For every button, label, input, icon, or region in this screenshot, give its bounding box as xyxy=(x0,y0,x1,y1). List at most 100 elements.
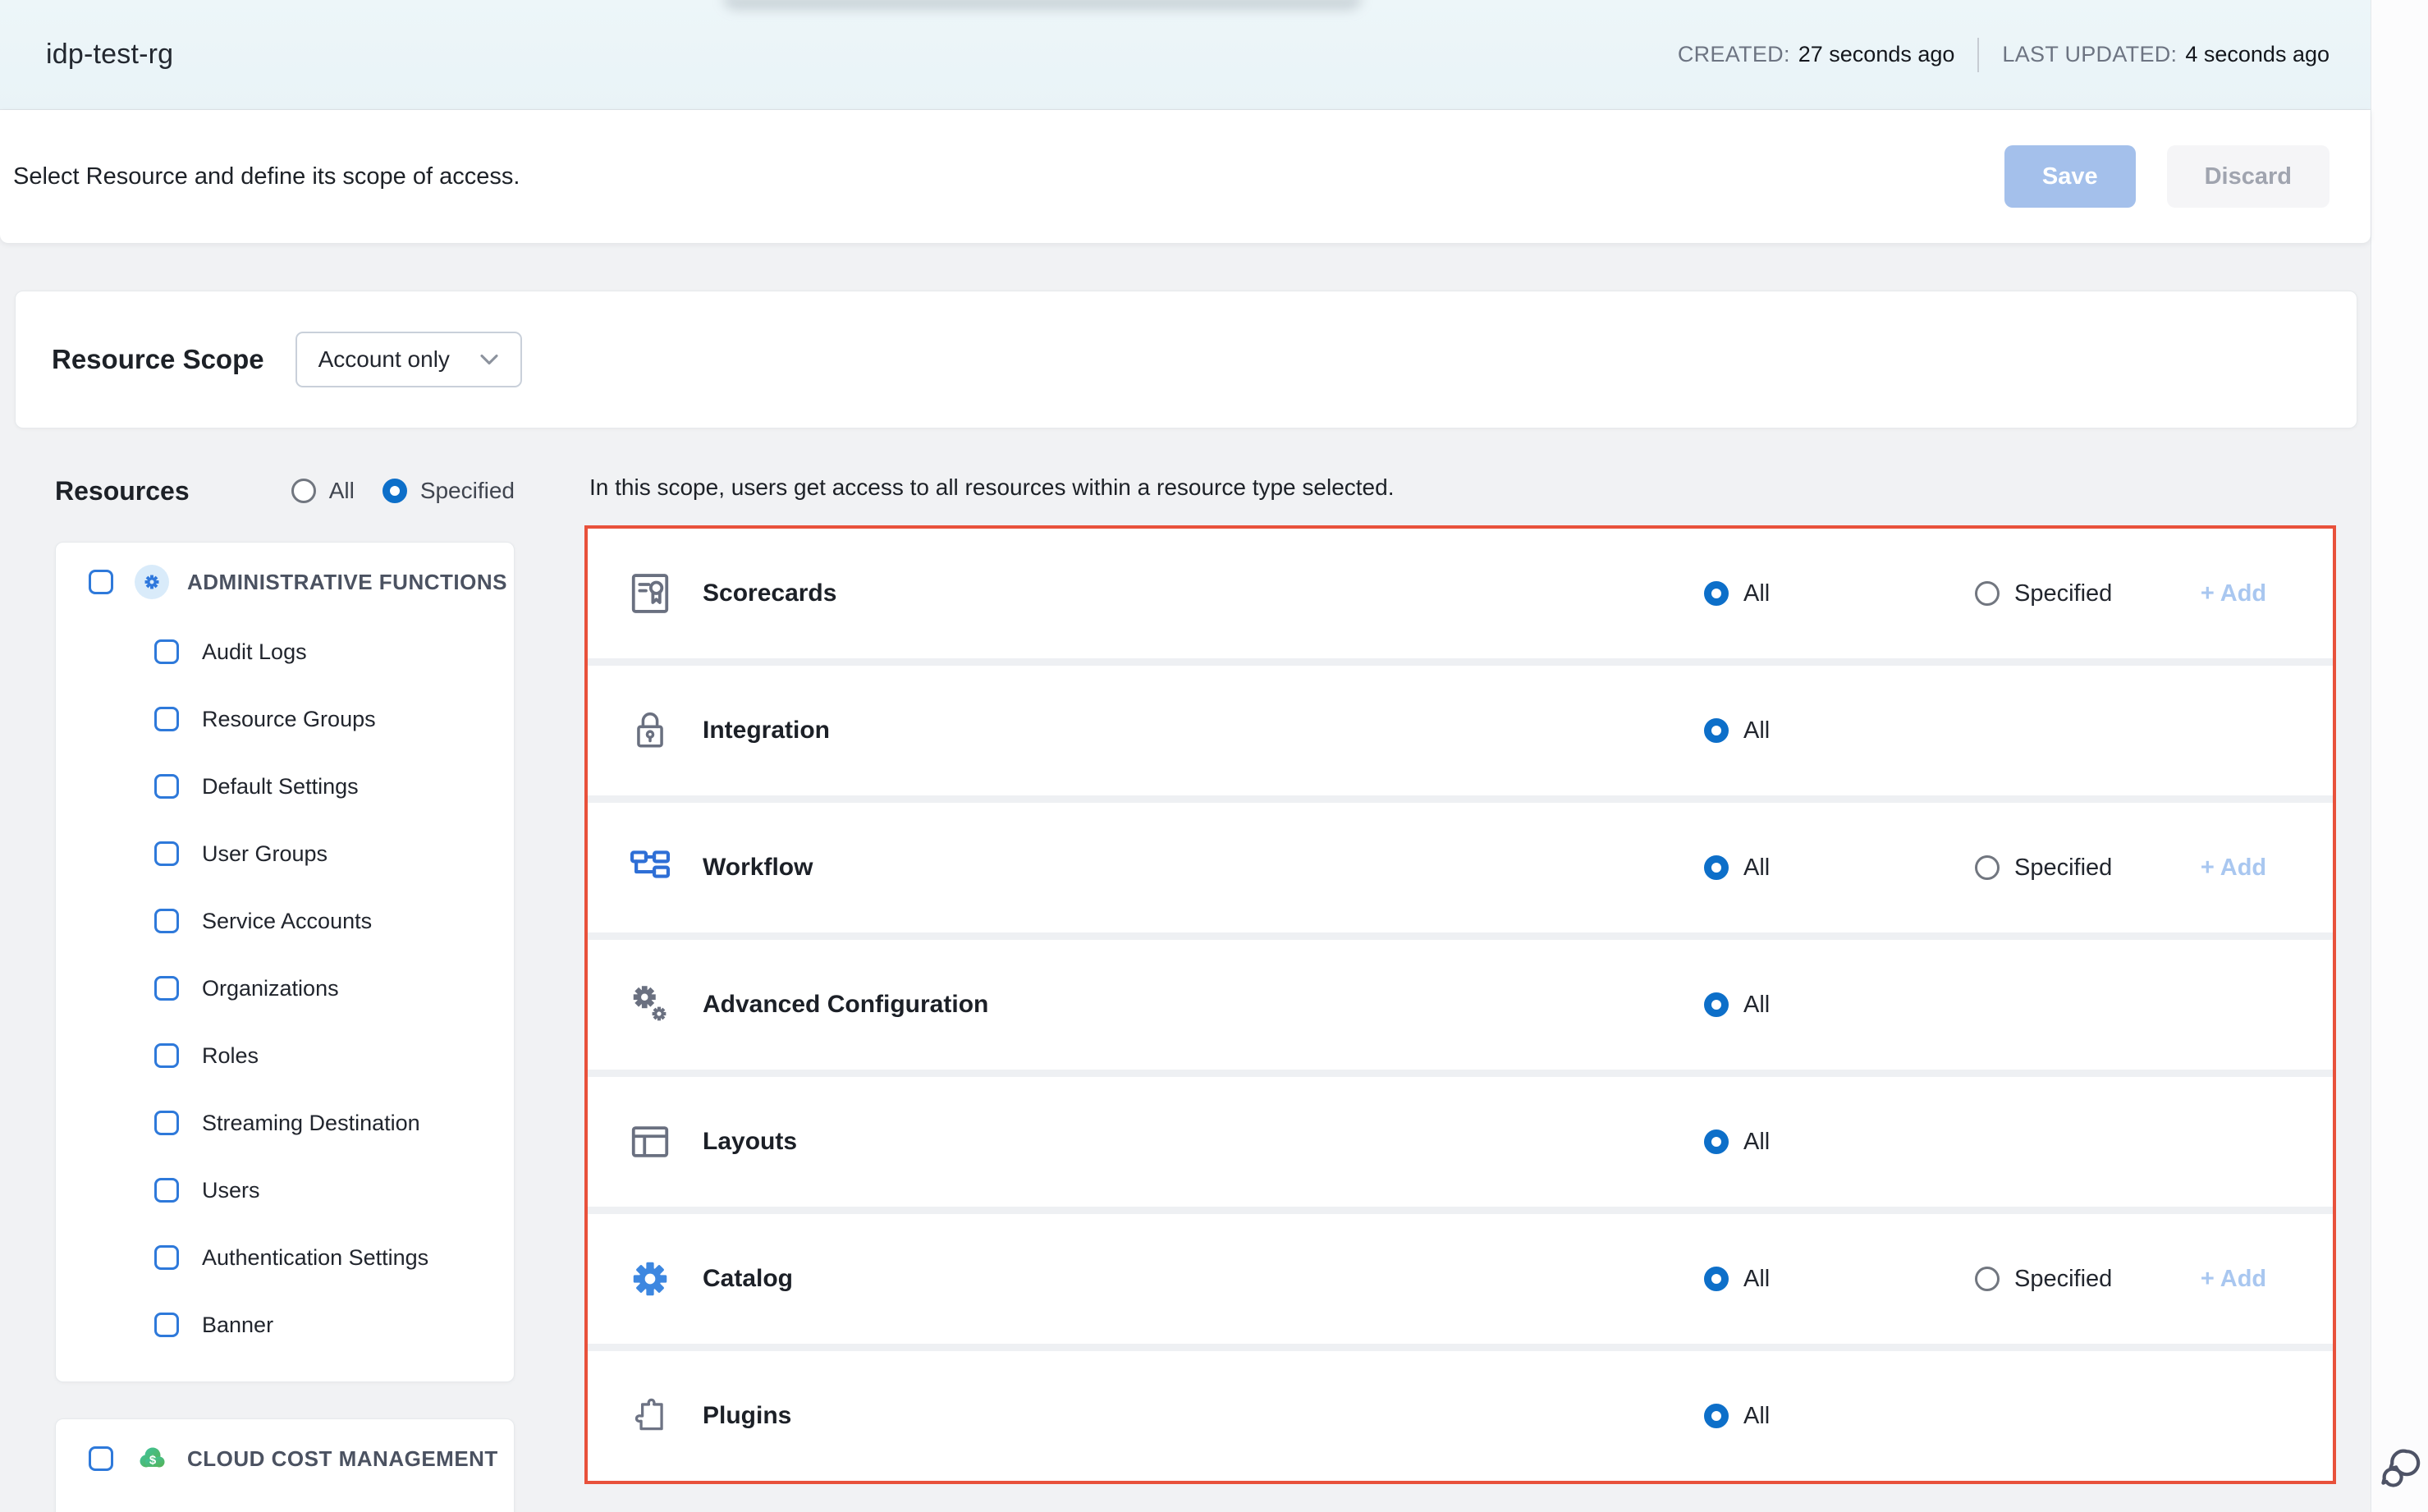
resource-type-label: Layouts xyxy=(703,1128,1704,1156)
resource-item-label: Default Settings xyxy=(202,774,359,800)
resource-checkbox[interactable] xyxy=(154,909,179,933)
main-columns: Resources All Specified xyxy=(15,471,2336,1512)
page-title: idp-test-rg xyxy=(46,39,173,71)
all-radio[interactable] xyxy=(1704,581,1729,606)
row-separator xyxy=(588,1207,2333,1214)
svg-text:$: $ xyxy=(149,1454,157,1468)
resources-all-label: All xyxy=(329,478,355,504)
resources-panel: Resources All Specified xyxy=(15,471,515,1512)
resource-scope-selected: Account only xyxy=(318,346,450,373)
all-radio[interactable] xyxy=(1704,855,1729,880)
row-separator xyxy=(588,795,2333,803)
add-button[interactable]: + Add xyxy=(2164,855,2303,882)
group-header: ADMINISTRATIVE FUNCTIONS xyxy=(89,564,497,600)
resource-type-label: Integration xyxy=(703,717,1704,745)
resource-list-item[interactable]: Streaming Destination xyxy=(89,1089,497,1157)
all-radio[interactable] xyxy=(1704,1129,1729,1154)
specified-radio[interactable] xyxy=(1975,1267,2000,1291)
resource-checkbox[interactable] xyxy=(154,1111,179,1135)
resource-list-item[interactable]: Recommendations xyxy=(89,1495,497,1512)
resource-item-label: Banner xyxy=(202,1313,273,1338)
resource-type-row: Advanced Configuration All Specified xyxy=(588,940,2333,1070)
toolbar: Select Resource and define its scope of … xyxy=(0,110,2371,243)
resource-list-item[interactable]: Resource Groups xyxy=(89,685,497,753)
resource-checkbox[interactable] xyxy=(154,841,179,866)
resource-checkbox[interactable] xyxy=(154,707,179,731)
resource-type-row: Scorecards All Specified + Add xyxy=(588,529,2333,658)
all-option[interactable]: All xyxy=(1704,855,1975,882)
resource-checkbox[interactable] xyxy=(154,774,179,799)
resource-list-item[interactable]: User Groups xyxy=(89,820,497,887)
resources-specified-label: Specified xyxy=(420,478,515,504)
resources-all-radio[interactable] xyxy=(291,479,316,503)
group-checkbox[interactable] xyxy=(89,570,113,594)
resource-checkbox[interactable] xyxy=(154,1043,179,1068)
all-option[interactable]: All xyxy=(1704,1403,1975,1430)
resource-item-label: User Groups xyxy=(202,841,328,867)
row-separator xyxy=(588,932,2333,940)
resource-type-row: Layouts All Specified xyxy=(588,1077,2333,1207)
resource-item-label: Authentication Settings xyxy=(202,1245,428,1271)
specified-option[interactable]: Specified xyxy=(1975,580,2164,607)
discard-button[interactable]: Discard xyxy=(2167,145,2330,208)
resources-specified-radio[interactable] xyxy=(383,479,407,503)
row-separator xyxy=(588,658,2333,666)
all-option[interactable]: All xyxy=(1704,580,1975,607)
resource-list-item[interactable]: Authentication Settings xyxy=(89,1224,497,1291)
resource-checkbox[interactable] xyxy=(154,639,179,664)
resource-list-item[interactable]: Service Accounts xyxy=(89,887,497,955)
resource-item-label: Resource Groups xyxy=(202,707,376,732)
all-radio[interactable] xyxy=(1704,718,1729,743)
all-radio[interactable] xyxy=(1704,1404,1729,1428)
resource-type-row: Plugins All Specified xyxy=(588,1351,2333,1481)
specified-option[interactable]: Specified xyxy=(1975,1266,2164,1293)
resource-checkbox[interactable] xyxy=(154,976,179,1001)
page: idp-test-rg CREATED: 27 seconds ago LAST… xyxy=(0,0,2428,1512)
resource-group-card-administrative: ADMINISTRATIVE FUNCTIONS Audit Logs Reso… xyxy=(55,542,515,1382)
resource-item-label: Streaming Destination xyxy=(202,1111,420,1136)
resource-item-label: Service Accounts xyxy=(202,909,372,934)
save-button[interactable]: Save xyxy=(2004,145,2136,208)
resource-checkbox[interactable] xyxy=(154,1313,179,1337)
all-option[interactable]: All xyxy=(1704,1129,1975,1156)
workflow-icon xyxy=(627,845,673,891)
resource-list-item[interactable]: Users xyxy=(89,1157,497,1224)
resource-list-item[interactable]: Roles xyxy=(89,1022,497,1089)
resource-type-row: Integration All Specified xyxy=(588,666,2333,795)
resource-list-item[interactable]: Organizations xyxy=(89,955,497,1022)
group-name: CLOUD COST MANAGEMENT xyxy=(187,1446,498,1472)
specified-option[interactable]: Specified xyxy=(1975,855,2164,882)
add-button[interactable]: + Add xyxy=(2164,1266,2303,1293)
resource-scope-dropdown[interactable]: Account only xyxy=(295,332,522,387)
resource-type-row: Workflow All Specified + Add xyxy=(588,803,2333,932)
resource-type-row: Catalog All Specified + Add xyxy=(588,1214,2333,1344)
resource-list-item[interactable]: Audit Logs xyxy=(89,618,497,685)
layout-icon xyxy=(627,1119,673,1165)
resources-all-option[interactable]: All xyxy=(291,478,355,504)
all-option[interactable]: All xyxy=(1704,1266,1975,1293)
all-option[interactable]: All xyxy=(1704,992,1975,1019)
all-radio[interactable] xyxy=(1704,992,1729,1017)
all-option[interactable]: All xyxy=(1704,717,1975,745)
resource-group-card-ccm: $ CLOUD COST MANAGEMENT Recommendations xyxy=(55,1418,515,1512)
specified-radio[interactable] xyxy=(1975,581,2000,606)
resource-list-item[interactable]: Default Settings xyxy=(89,753,497,820)
resource-checkbox[interactable] xyxy=(154,1178,179,1203)
add-button[interactable]: + Add xyxy=(2164,580,2303,607)
specified-radio[interactable] xyxy=(1975,855,2000,880)
row-separator xyxy=(588,1344,2333,1351)
resource-checkbox[interactable] xyxy=(154,1245,179,1270)
scorecard-icon xyxy=(627,570,673,616)
top-shadow-decoration xyxy=(722,0,1363,10)
toolbar-description: Select Resource and define its scope of … xyxy=(13,163,520,190)
resource-item-label: Users xyxy=(202,1178,260,1203)
scope-section: In this scope, users get access to all r… xyxy=(584,471,2336,1484)
resources-specified-option[interactable]: Specified xyxy=(383,478,515,504)
chat-bubbles-icon[interactable] xyxy=(2378,1445,2424,1491)
all-radio[interactable] xyxy=(1704,1267,1729,1291)
group-checkbox[interactable] xyxy=(89,1446,113,1471)
header-meta: CREATED: 27 seconds ago LAST UPDATED: 4 … xyxy=(1678,38,2330,72)
resource-list-item[interactable]: Banner xyxy=(89,1291,497,1359)
resource-item-label: Organizations xyxy=(202,976,339,1001)
chevron-down-icon xyxy=(479,352,499,367)
